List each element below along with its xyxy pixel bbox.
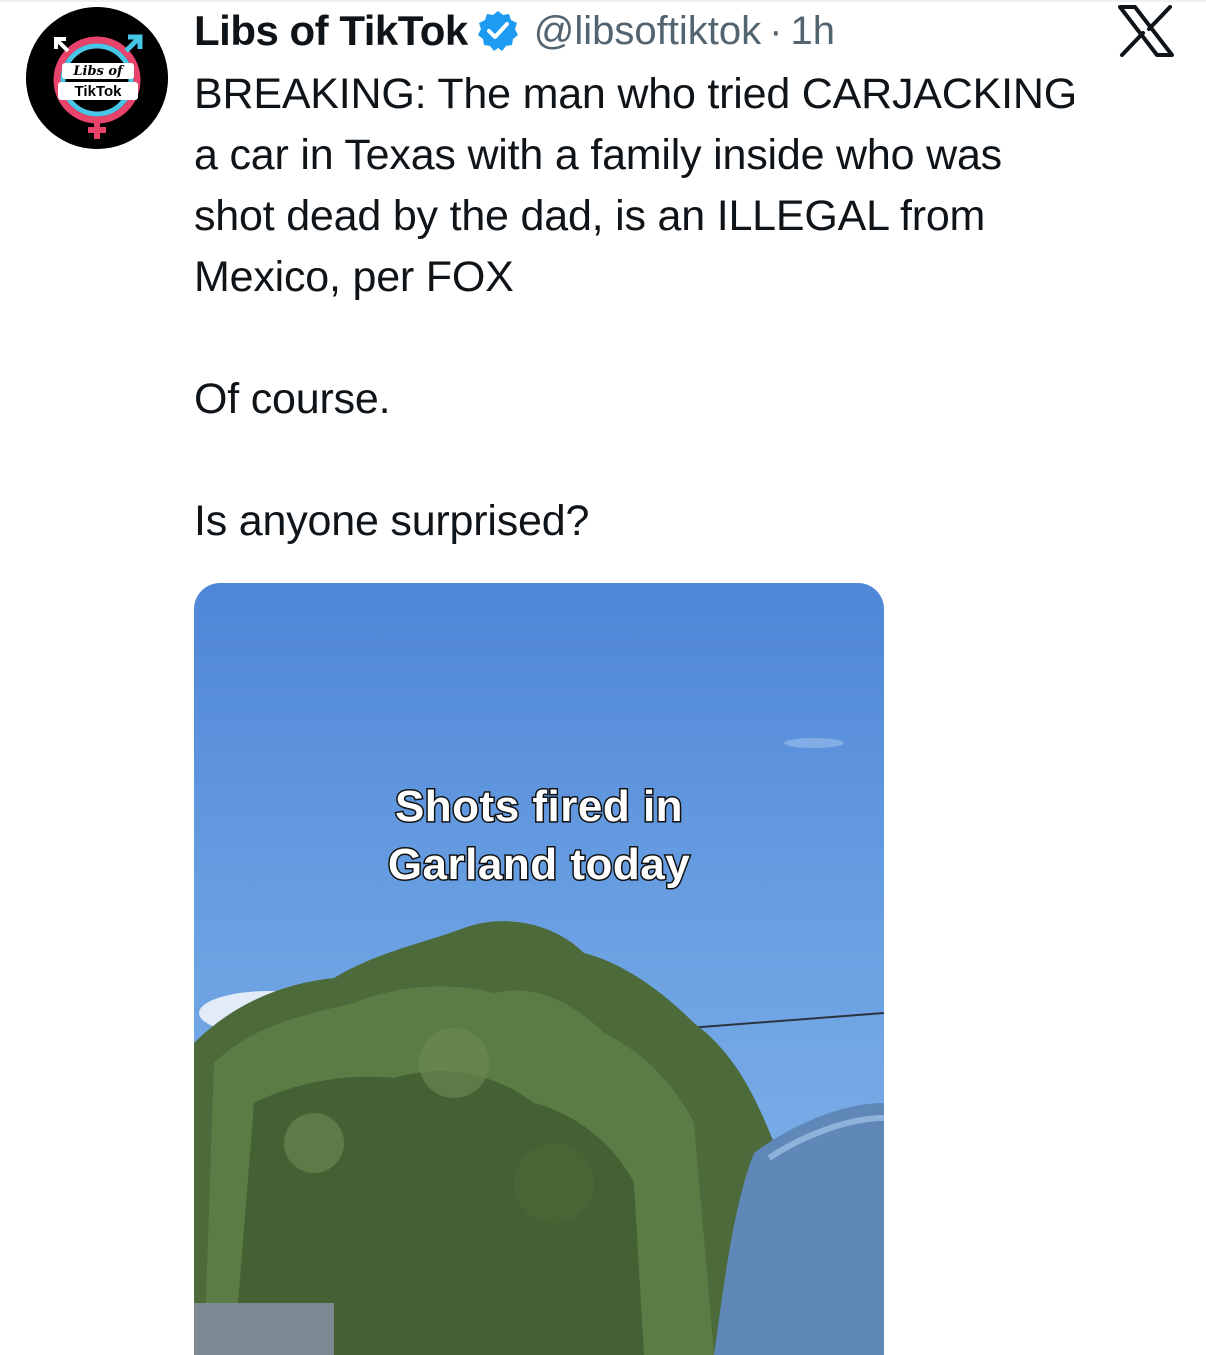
top-divider: [0, 0, 1206, 2]
handle[interactable]: @libsoftiktok: [534, 9, 761, 54]
libs-of-tiktok-logo: Libs of TikTok: [26, 7, 168, 149]
tweet-text: BREAKING: The man who tried CARJACKING a…: [194, 70, 1077, 545]
avatar-text-line2: TikTok: [75, 83, 123, 100]
display-name[interactable]: Libs of TikTok: [194, 7, 468, 55]
tweet-header: Libs of TikTok @libsoftiktok · 1h: [194, 5, 835, 57]
avatar[interactable]: Libs of TikTok: [26, 7, 168, 149]
x-logo-icon: [1118, 5, 1174, 57]
video-caption: Shots fired in Garland today: [194, 778, 884, 894]
separator-dot: ·: [769, 8, 783, 53]
tweet-media-video[interactable]: Shots fired in Garland today: [194, 583, 884, 1355]
video-frame: [194, 738, 884, 1355]
timestamp[interactable]: 1h: [790, 9, 835, 54]
avatar-text-line1: Libs of: [72, 64, 125, 79]
caption-line-2: Garland today: [386, 839, 691, 891]
caption-line-1: Shots fired in: [393, 781, 684, 833]
verified-badge-icon: [476, 9, 520, 53]
